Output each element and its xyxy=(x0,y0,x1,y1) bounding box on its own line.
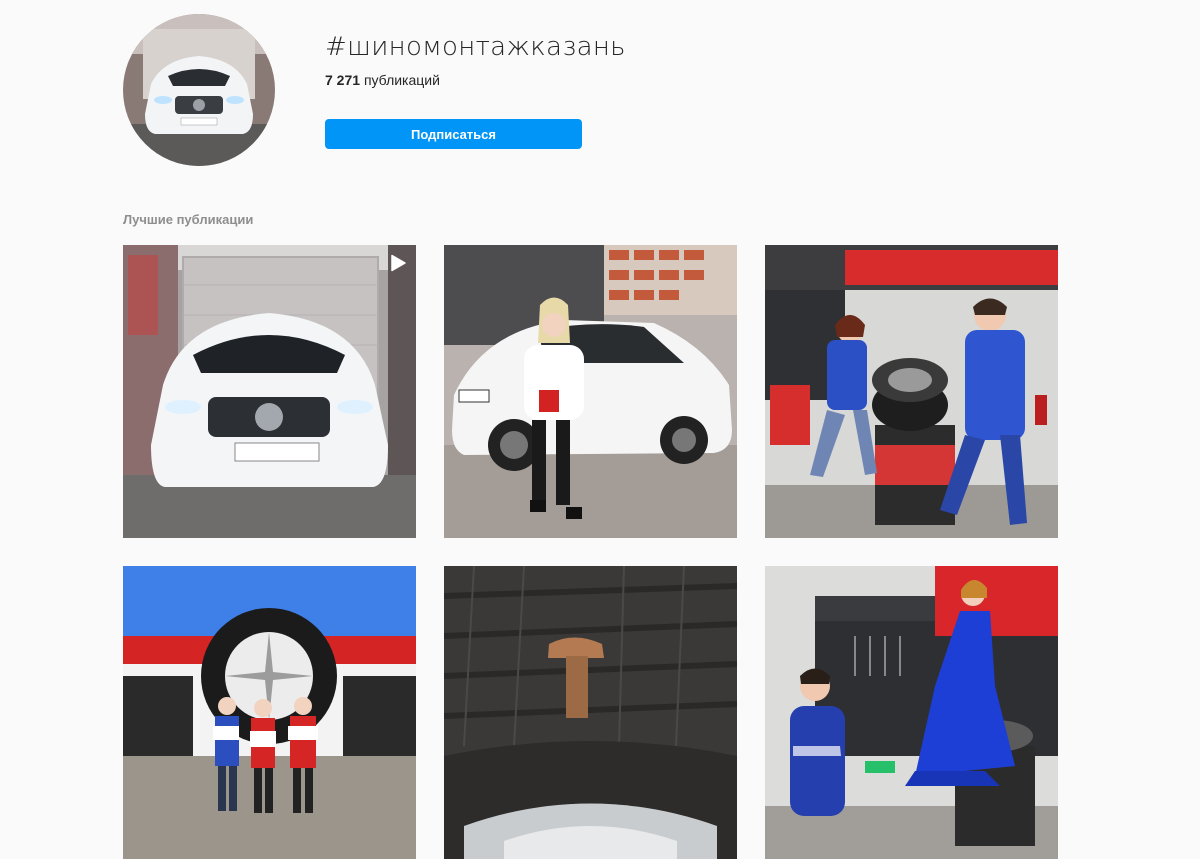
post-tile-mercedes[interactable] xyxy=(123,245,416,538)
hashtag-avatar xyxy=(123,14,275,166)
post-count: 7 271 публикаций xyxy=(325,72,440,88)
hashtag-title: #шиномонтажказань xyxy=(325,32,626,62)
post-tile-woman-car[interactable] xyxy=(444,245,737,538)
top-posts-heading: Лучшие публикации xyxy=(123,212,254,227)
post-count-value: 7 271 xyxy=(325,72,361,88)
post-tile-tire-workshop[interactable] xyxy=(765,245,1058,538)
post-tile-staff-signs[interactable] xyxy=(123,566,416,859)
video-icon xyxy=(391,254,406,272)
post-tile-nail-tire[interactable] xyxy=(444,566,737,859)
post-tile-blue-dress[interactable] xyxy=(765,566,1058,859)
follow-button[interactable]: Подписаться xyxy=(325,119,582,149)
post-count-label: публикаций xyxy=(363,72,440,88)
